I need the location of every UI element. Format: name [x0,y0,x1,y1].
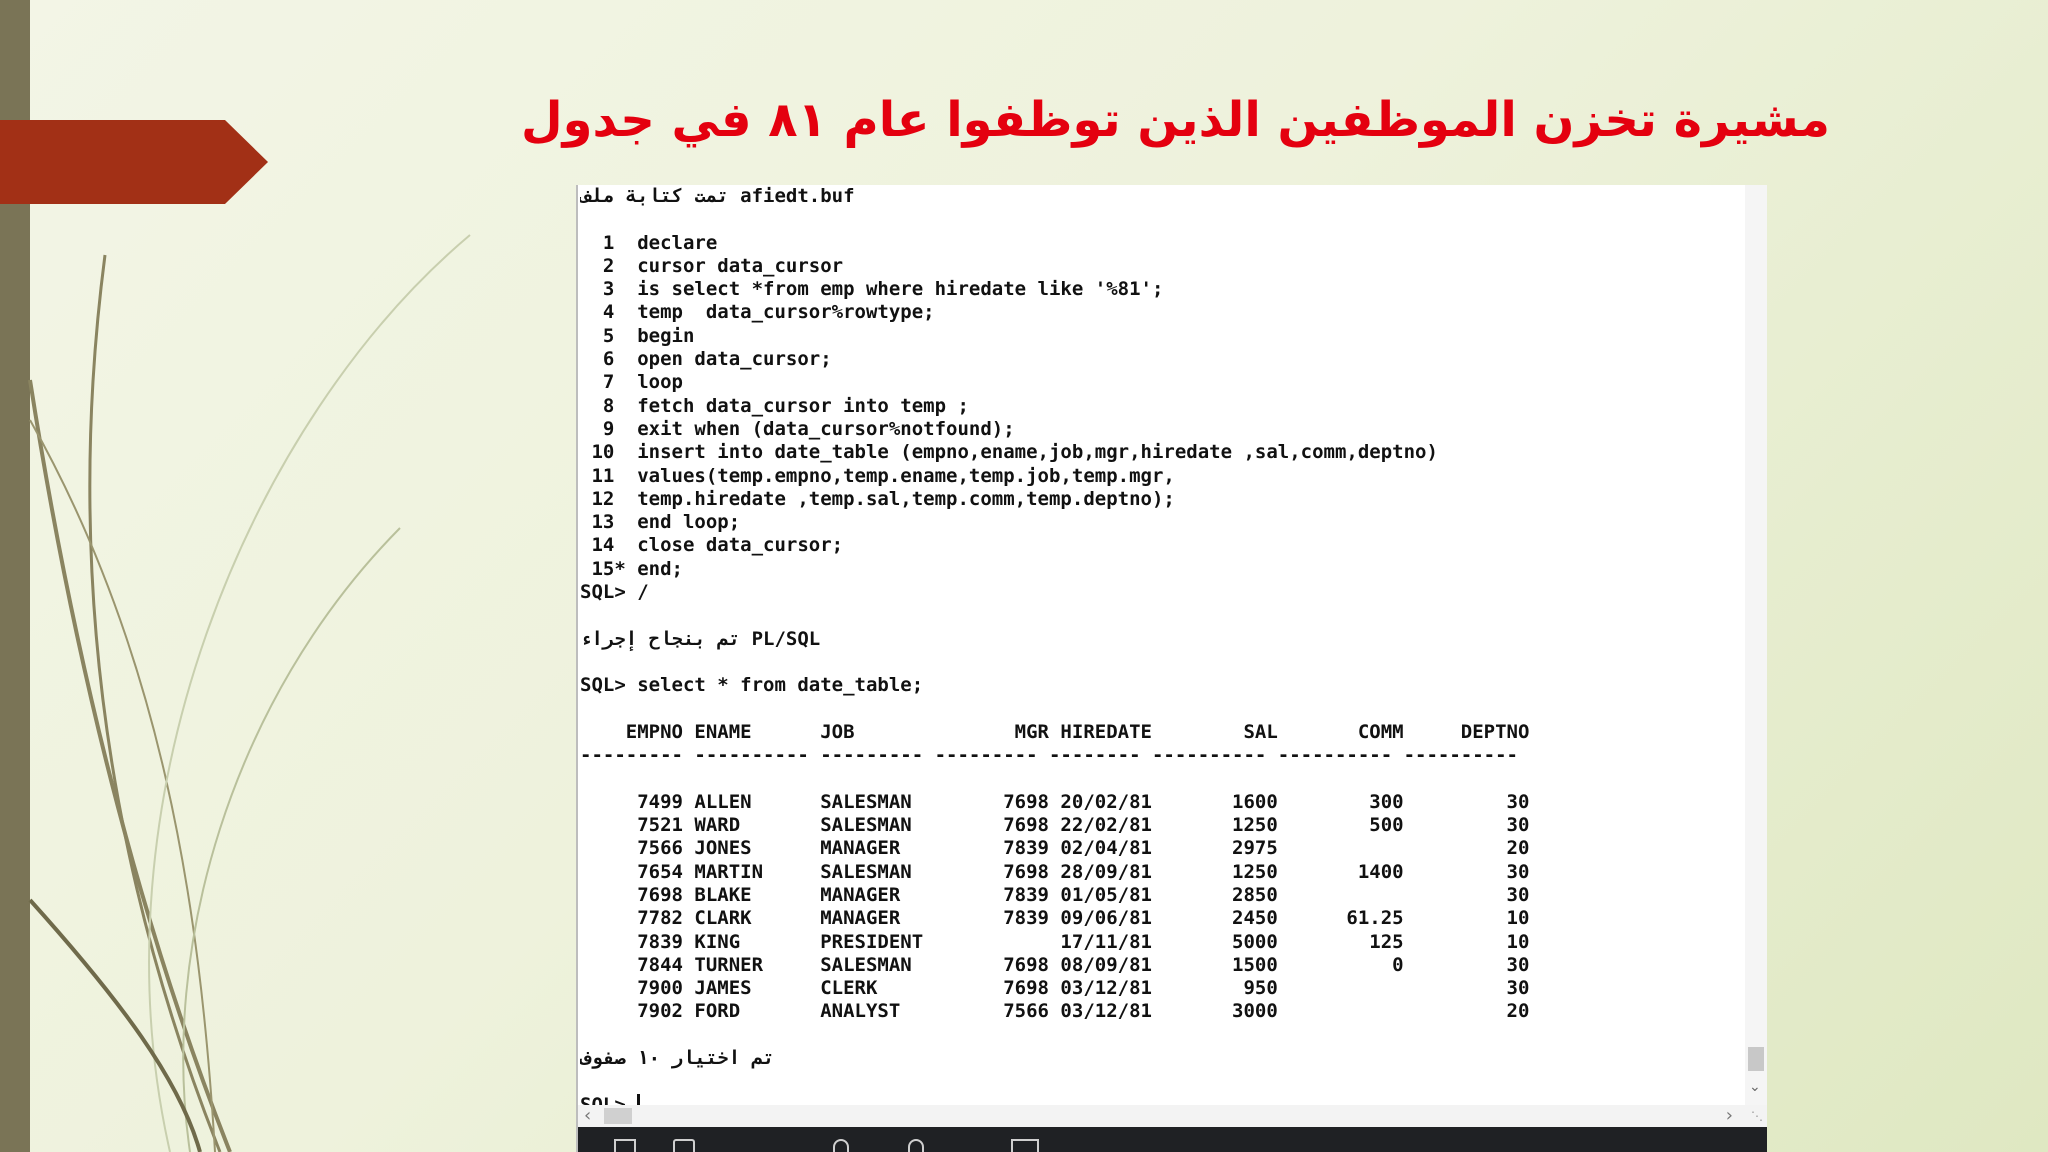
console-line: 6 open data_cursor; [580,348,832,371]
console-line: 7900 JAMES CLERK 7698 03/12/81 950 30 [580,977,1530,1000]
console-line: 7566 JONES MANAGER 7839 02/04/81 2975 20 [580,837,1530,860]
console-line: 8 fetch data_cursor into temp ; [580,394,969,417]
horizontal-scroll-thumb[interactable] [604,1108,632,1124]
console-line: 9 exit when (data_cursor%notfound); [580,417,1015,440]
console-line: 7499 ALLEN SALESMAN 7698 20/02/81 1600 3… [580,790,1530,813]
console-line: 3 is select *from emp where hiredate lik… [580,278,1164,301]
decor-curve-5 [182,527,401,1152]
console-output: تمت كتابة ملف afiedt.buf 1 declare 2 cur… [580,185,1745,1107]
console-line: 11 values(temp.empno,temp.ename,temp.job… [580,464,1175,487]
console-line: 7521 WARD SALESMAN 7698 22/02/81 1250 50… [580,814,1530,837]
console-line: SQL> / [580,581,649,604]
console-line: 2 cursor data_cursor [580,254,844,277]
console-line: 7698 BLAKE MANAGER 7839 01/05/81 2850 30 [580,883,1530,906]
console-line: 7654 MARTIN SALESMAN 7698 28/09/81 1250 … [580,860,1530,883]
sqlplus-window: تمت كتابة ملف afiedt.buf 1 declare 2 cur… [576,185,1767,1152]
taskbar-window-icon[interactable] [614,1139,636,1152]
console-line: 7 loop [580,371,683,394]
console-line: 5 begin [580,324,695,347]
taskbar-search-icon[interactable] [908,1139,924,1152]
taskbar-folder-icon[interactable] [1011,1139,1039,1152]
vertical-scrollbar[interactable]: ⌄ [1745,185,1767,1105]
console-line: تم اختيار ١٠ صفوف [580,1046,775,1069]
console-line: 12 temp.hiredate ,temp.sal,temp.comm,tem… [580,487,1175,510]
console-line: 13 end loop; [580,511,741,534]
vertical-scroll-thumb[interactable] [1748,1047,1764,1071]
slide-title: مشيرة تخزن الموظفين الذين توظفوا عام ٨١ … [520,92,1830,148]
decor-curve-2 [88,254,222,1152]
console-line: 7839 KING PRESIDENT 17/11/81 5000 125 10 [580,930,1530,953]
chevron-left-icon[interactable]: ‹ [584,1106,591,1126]
taskbar-globe-icon[interactable] [833,1139,849,1152]
console-line: 1 declare [580,231,718,254]
chevron-right-icon[interactable]: › [1726,1106,1733,1126]
console-line: --------- ---------- --------- ---------… [580,744,1518,767]
console-line: SQL> select * from date_table; [580,674,924,697]
taskbar-strip [578,1127,1767,1152]
decor-arrow-shape [0,120,268,204]
console-line: تم بنجاح إجراء PL/SQL [580,627,821,650]
taskbar-app-icon[interactable] [673,1139,695,1152]
chevron-down-icon[interactable]: ⌄ [1749,1080,1761,1094]
console-line: 14 close data_cursor; [580,534,844,557]
resize-grip-icon[interactable]: ⋱ [1751,1109,1763,1123]
console-line: تمت كتابة ملف afiedt.buf [580,185,855,207]
console-line: 7844 TURNER SALESMAN 7698 08/09/81 1500 … [580,953,1530,976]
console-line: 15* end; [580,557,683,580]
console-line: 7782 CLARK MANAGER 7839 09/06/81 2450 61… [580,907,1530,930]
horizontal-scrollbar[interactable]: ‹ › ⋱ [578,1105,1767,1127]
console-line: EMPNO ENAME JOB MGR HIREDATE SAL COMM DE… [580,720,1530,743]
decor-curve-1 [28,379,232,1152]
console-line: 10 insert into date_table (empno,ename,j… [580,441,1438,464]
decor-curve-4 [148,234,471,1152]
console-line: 7902 FORD ANALYST 7566 03/12/81 3000 20 [580,1000,1530,1023]
console-line: 4 temp data_cursor%rowtype; [580,301,935,324]
